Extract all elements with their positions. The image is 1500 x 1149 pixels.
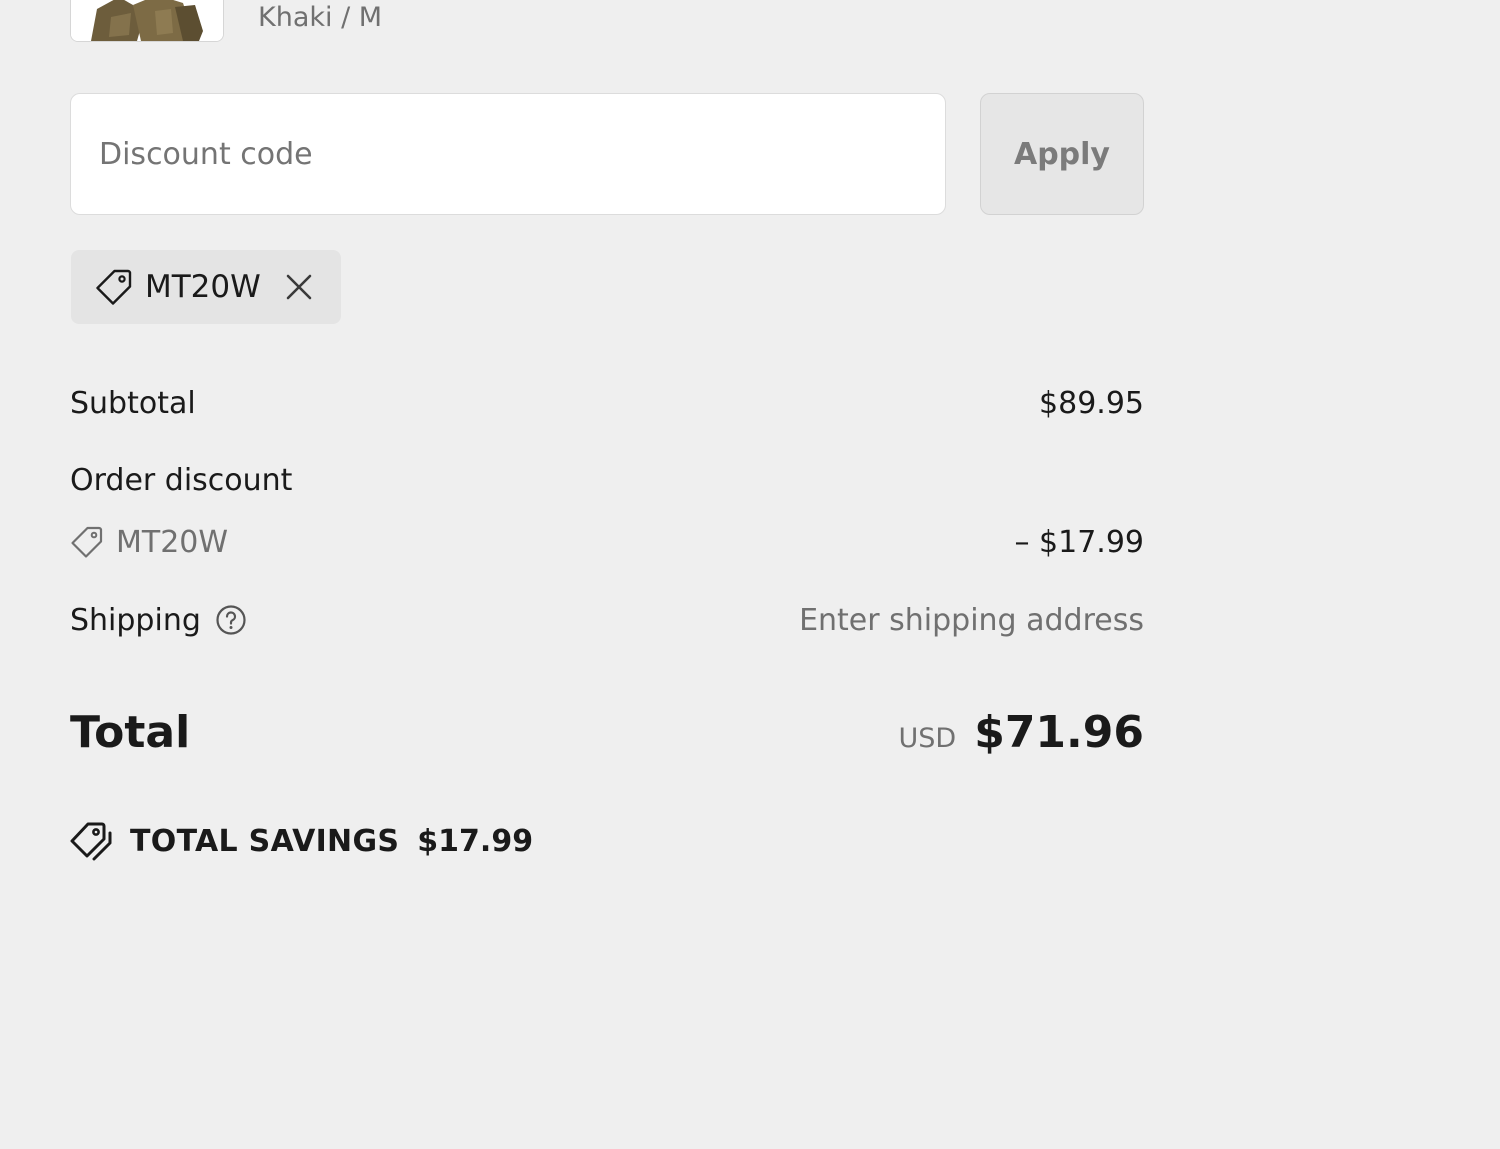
total-row: Total USD $71.96 [70,700,1144,764]
shipping-label-group: Shipping [70,603,247,638]
order-discount-code: MT20W [70,525,228,560]
close-icon[interactable] [283,271,315,303]
order-discount-label: Order discount [70,462,293,498]
tag-icon [70,525,104,559]
product-image [71,0,223,41]
applied-discount-chip: MT20W [71,250,341,324]
product-variant: Khaki / M [258,2,383,33]
savings-tag-icon [70,821,114,861]
subtotal-row: Subtotal $89.95 [70,381,1144,425]
shipping-row: Shipping Enter shipping address [70,598,1144,642]
shipping-label: Shipping [70,602,201,638]
subtotal-value: $89.95 [1039,385,1144,421]
subtotal-label: Subtotal [70,385,196,421]
shipping-value: Enter shipping address [799,602,1144,638]
product-thumbnail [70,0,224,42]
total-savings-label: TOTAL SAVINGS [130,823,400,859]
total-value-group: USD $71.96 [899,707,1145,758]
apply-discount-button[interactable]: Apply [980,93,1144,215]
order-discount-row: Order discount [70,458,1144,502]
line-item: Khaki / M [70,0,1144,42]
order-discount-code-text: MT20W [116,524,229,560]
total-currency: USD [898,722,957,754]
total-savings: TOTAL SAVINGS $17.99 [70,818,533,864]
discount-form: Apply [70,93,1144,215]
total-savings-value: $17.99 [417,823,534,859]
tag-icon [95,268,133,306]
order-discount-value: – $17.99 [1014,524,1144,560]
total-label: Total [70,706,191,758]
help-circle-icon[interactable] [215,604,247,636]
applied-discount-code: MT20W [145,269,261,305]
total-value: $71.96 [974,706,1144,758]
order-discount-detail-row: MT20W – $17.99 [70,520,1144,564]
discount-code-input[interactable] [70,93,946,215]
